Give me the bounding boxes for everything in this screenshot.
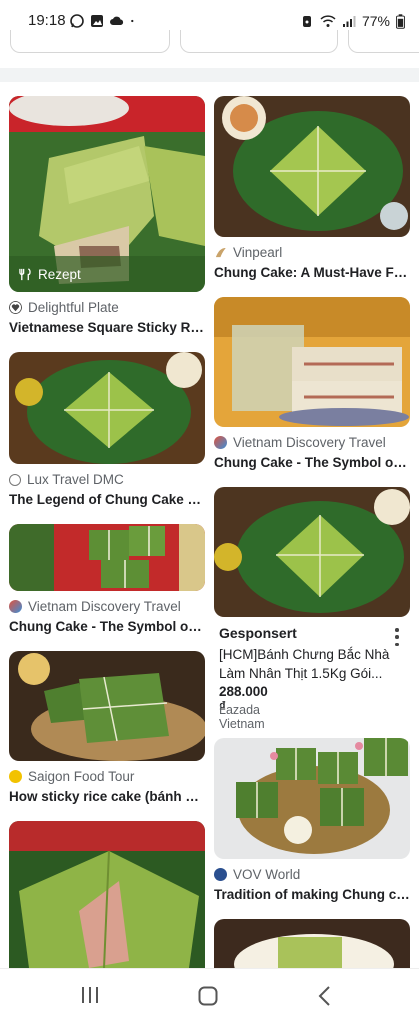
- dot-icon: [131, 19, 134, 23]
- result-thumbnail[interactable]: [9, 524, 205, 591]
- result-thumbnail[interactable]: [214, 96, 410, 237]
- result-thumbnail[interactable]: [214, 919, 410, 968]
- result-title[interactable]: Vietnamese Square Sticky Ri...: [9, 320, 205, 335]
- filter-chips-row: [0, 30, 419, 54]
- result-thumbnail[interactable]: [9, 651, 205, 761]
- result-title[interactable]: How sticky rice cake (bánh ch...: [9, 789, 205, 804]
- result-title[interactable]: The Legend of Chung Cake – ...: [9, 492, 205, 507]
- home-icon[interactable]: [197, 985, 219, 1007]
- wifi-icon: [320, 15, 336, 27]
- ad-seller: Lazada Vietnam: [219, 703, 265, 731]
- status-time: 19:18: [28, 12, 66, 29]
- chung-cake-image: [9, 352, 205, 464]
- result-source: Delightful Plate: [9, 300, 119, 315]
- system-navigation-bar: [0, 968, 419, 1025]
- cloud-icon: [110, 16, 124, 25]
- whatsapp-icon: [70, 14, 84, 28]
- result-thumbnail[interactable]: Rezept: [9, 96, 205, 292]
- battery-icon: [396, 13, 405, 29]
- cut-chung-cake-image: [214, 297, 410, 427]
- recipe-badge: Rezept: [19, 267, 81, 282]
- result-title[interactable]: Chung Cake: A Must-Have Fo...: [214, 265, 410, 280]
- result-thumbnail[interactable]: [214, 297, 410, 427]
- heart-favicon-icon: [9, 301, 22, 314]
- result-source: Lux Travel DMC: [9, 472, 124, 487]
- vietnam-discovery-favicon-icon: [214, 436, 227, 449]
- sponsored-label: Gesponsert: [219, 625, 297, 641]
- result-title[interactable]: Tradition of making Chung ca...: [214, 887, 410, 902]
- gallery-icon: [91, 15, 103, 27]
- basket-chung-cake-image: [9, 651, 205, 761]
- chung-cake-stack-image: [9, 524, 205, 591]
- result-thumbnail[interactable]: [9, 821, 205, 968]
- tray-chung-cake-image: [214, 738, 410, 859]
- chung-cake-image: [214, 96, 410, 237]
- filter-chip[interactable]: [10, 30, 170, 53]
- chung-cake-product-image: [214, 487, 410, 617]
- recents-icon[interactable]: [80, 985, 100, 1005]
- result-source: Saigon Food Tour: [9, 769, 134, 784]
- more-vert-icon[interactable]: [394, 628, 400, 646]
- chung-cake-plate-image: [214, 919, 410, 968]
- result-source: Vietnam Discovery Travel: [214, 435, 386, 450]
- sliced-chung-cake-image: [9, 821, 205, 968]
- saigon-food-tour-favicon-icon: [9, 770, 22, 783]
- result-title[interactable]: Chung Cake - The Symbol of ...: [9, 619, 205, 634]
- result-title[interactable]: Chung Cake - The Symbol of ...: [214, 455, 410, 470]
- result-source: VOV World: [214, 867, 300, 882]
- vinpearl-favicon-icon: [215, 247, 227, 258]
- vietnam-discovery-favicon-icon: [9, 600, 22, 613]
- battery-percent: 77%: [361, 13, 390, 29]
- section-divider: [0, 68, 419, 82]
- cutlery-icon: [19, 268, 31, 281]
- alarm-icon: [302, 16, 311, 27]
- result-thumbnail[interactable]: [214, 738, 410, 859]
- sticky-rice-cake-image: [9, 96, 205, 292]
- filter-chip[interactable]: [180, 30, 338, 53]
- vov-world-favicon-icon: [214, 868, 227, 881]
- back-icon[interactable]: [316, 985, 334, 1007]
- result-thumbnail[interactable]: [214, 487, 410, 617]
- signal-icon: [342, 16, 356, 27]
- result-source: Vinpearl: [214, 245, 282, 260]
- globe-favicon-icon: [9, 473, 21, 486]
- result-thumbnail[interactable]: [9, 352, 205, 464]
- ad-title[interactable]: [HCM]Bánh Chưng Bắc Nhà Làm Nhân Thịt 1.…: [219, 645, 405, 683]
- filter-chip[interactable]: [348, 30, 419, 53]
- result-source: Vietnam Discovery Travel: [9, 599, 181, 614]
